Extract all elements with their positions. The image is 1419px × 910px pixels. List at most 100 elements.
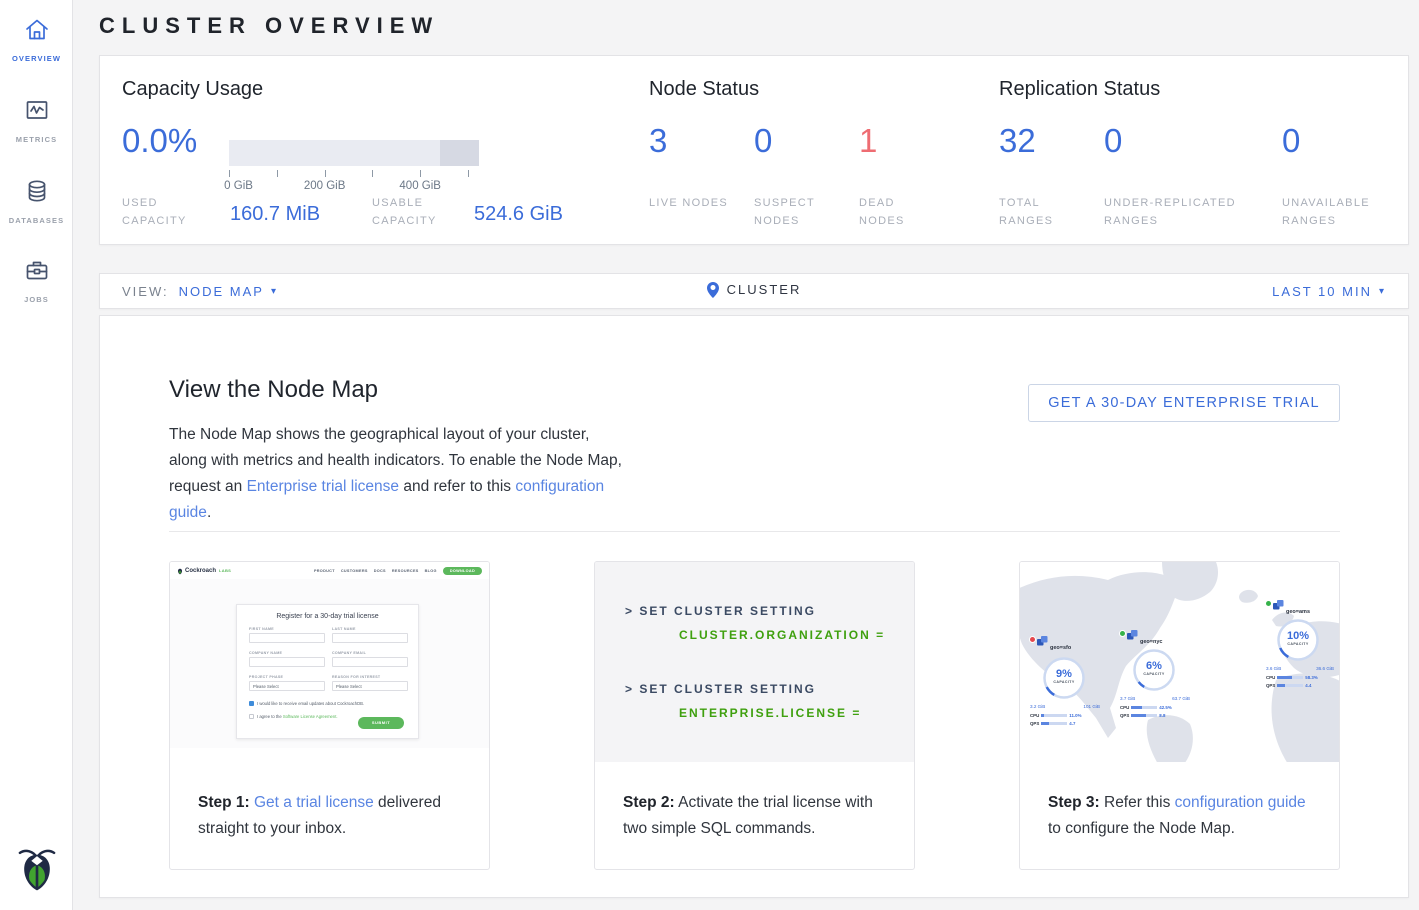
time-range-value: LAST 10 MIN: [1272, 284, 1372, 299]
cpu-label: CPU: [1120, 705, 1129, 710]
get-trial-license-link[interactable]: Get a trial license: [254, 794, 374, 811]
cpu-bar: [1277, 676, 1303, 680]
description-text: and refer to this: [399, 478, 515, 495]
step2-card: > SET CLUSTER SETTING CLUSTER.ORGANIZATI…: [594, 561, 915, 870]
step1-card: CockroachLABS PRODUCT CUSTOMERS DOCS RES…: [169, 561, 490, 870]
usable-capacity-value: 524.6 GiB: [474, 203, 563, 226]
under-replicated-label: UNDER-REPLICATED RANGES: [1104, 194, 1264, 230]
locality-name: geo=ams: [1286, 609, 1310, 615]
axis-label: 400 GiB: [399, 180, 441, 192]
cpu-bar: [1041, 714, 1067, 718]
chevron-down-icon: ▾: [1379, 286, 1386, 297]
enterprise-trial-license-link[interactable]: Enterprise trial license: [247, 478, 399, 495]
qps-label: QPS: [1120, 713, 1129, 718]
replication-status-title: Replication Status: [999, 78, 1160, 101]
time-range-dropdown[interactable]: LAST 10 MIN ▾: [1272, 284, 1386, 299]
gauge-label: CAPACITY: [1132, 672, 1176, 676]
qps-bar: [1131, 714, 1157, 718]
gauge-percent: 10%: [1276, 630, 1320, 642]
mini-nav-item: RESOURCES: [392, 569, 419, 573]
sql-line: ENTERPRISE.LICENSE =: [679, 706, 861, 720]
qps-value: 8.8: [1159, 713, 1165, 718]
step2-caption: Step 2: Activate the trial license with …: [623, 790, 896, 842]
status-dot-green: [1120, 631, 1125, 636]
view-selector-value: NODE MAP: [179, 284, 264, 299]
mini-site-nav: CockroachLABS PRODUCT CUSTOMERS DOCS RES…: [170, 562, 489, 579]
node-cubes-icon: [1273, 600, 1284, 611]
capacity-used: 3.6 GiB: [1266, 666, 1281, 671]
divider: [169, 531, 1340, 532]
gauge-label: CAPACITY: [1042, 680, 1086, 684]
mini-download-button: DOWNLOAD: [443, 567, 482, 575]
page-title: CLUSTER OVERVIEW: [99, 13, 439, 39]
step-label: Step 2:: [623, 794, 675, 811]
live-nodes-label: LIVE NODES: [649, 194, 729, 212]
capacity-bar-free-segment: [440, 140, 479, 166]
node-status-title: Node Status: [649, 78, 759, 101]
capacity-used: 3.7 GiB: [1120, 696, 1135, 701]
sidebar-item-overview[interactable]: OVERVIEW: [0, 16, 73, 63]
mini-field-input: [249, 657, 325, 667]
mini-form-title: Register for a 30-day trial license: [237, 613, 418, 620]
capacity-gauge: 6%CAPACITY: [1132, 648, 1176, 692]
sql-code-block: > SET CLUSTER SETTING CLUSTER.ORGANIZATI…: [595, 562, 914, 762]
mini-field-label: COMPANY EMAIL: [332, 651, 408, 655]
sidebar-item-metrics[interactable]: METRICS: [0, 96, 73, 144]
view-selector-dropdown[interactable]: NODE MAP ▾: [179, 284, 278, 299]
sidebar-item-label: METRICS: [0, 135, 73, 144]
mini-nav-item: CUSTOMERS: [341, 569, 368, 573]
cpu-value: 58.3%: [1305, 675, 1317, 680]
locality-ams: geo=ams1 Node 10%CAPACITY 3.6 GiB36.6 Gi…: [1266, 600, 1339, 636]
mini-trial-form: Register for a 30-day trial license FIRS…: [236, 604, 419, 739]
locality-nyc: geo=nyc2 Nodes 6%CAPACITY 3.7 GiB63.7 Gi…: [1120, 630, 1206, 666]
step-text: Refer this: [1100, 794, 1175, 811]
qps-label: QPS: [1030, 721, 1039, 726]
sql-line: > SET CLUSTER SETTING: [625, 682, 816, 696]
cpu-value: 11.0%: [1069, 713, 1081, 718]
mini-field-label: LAST NAME: [332, 627, 408, 631]
cpu-label: CPU: [1266, 675, 1275, 680]
breadcrumb-label: CLUSTER: [727, 282, 802, 297]
mini-nav-item: PRODUCT: [314, 569, 335, 573]
sidebar-item-jobs[interactable]: JOBS: [0, 256, 73, 304]
configuration-guide-link[interactable]: configuration guide: [1175, 794, 1306, 811]
breadcrumb: CLUSTER: [100, 282, 1408, 301]
capacity-gauge: 9%CAPACITY: [1042, 656, 1086, 700]
mini-field-label: FIRST NAME: [249, 627, 325, 631]
node-map-title: View the Node Map: [169, 376, 378, 404]
capacity-axis-ticks: [229, 170, 468, 177]
step3-card: geo=sfo2 Nodes 9%CAPACITY 3.2 GiB101 GiB…: [1019, 561, 1340, 870]
breadcrumb-cluster[interactable]: CLUSTER: [707, 282, 802, 298]
node-cubes-icon: [1037, 636, 1048, 647]
sidebar: OVERVIEW METRICS DATABASES: [0, 0, 73, 910]
locality-name: geo=nyc: [1140, 639, 1162, 645]
enterprise-trial-button[interactable]: GET A 30-DAY ENTERPRISE TRIAL: [1028, 384, 1340, 422]
node-map-description: The Node Map shows the geographical layo…: [169, 422, 627, 526]
node-map-panel: View the Node Map The Node Map shows the…: [99, 315, 1409, 898]
sidebar-item-databases[interactable]: DATABASES: [0, 177, 73, 225]
briefcase-icon: [23, 271, 51, 288]
capacity-gauge: 10%CAPACITY: [1276, 618, 1320, 662]
unavailable-ranges-value: 0: [1282, 122, 1300, 160]
locality-sfo: geo=sfo2 Nodes 9%CAPACITY 3.2 GiB101 GiB…: [1030, 636, 1116, 672]
mini-select: Please Select: [332, 681, 408, 691]
database-icon: [23, 192, 51, 209]
capacity-total: 36.6 GiB: [1316, 666, 1334, 671]
mini-field-input: [332, 657, 408, 667]
checkbox-checked-icon: [249, 701, 254, 706]
sidebar-item-label: DATABASES: [0, 216, 73, 225]
step-label: Step 1:: [198, 794, 250, 811]
sql-line: > SET CLUSTER SETTING: [625, 604, 816, 618]
brand-text: Cockroach: [185, 568, 216, 574]
axis-label: 0 GiB: [224, 180, 253, 192]
cockroachdb-logo[interactable]: [0, 847, 73, 896]
mini-field-input: [332, 633, 408, 643]
mini-submit-button: SUBMIT: [358, 717, 404, 729]
mini-checkbox-label: I agree to the Software License Agreemen…: [257, 714, 338, 719]
cpu-value: 42.5%: [1159, 705, 1171, 710]
step1-caption: Step 1: Get a trial license delivered st…: [198, 790, 471, 842]
capacity-percent: 0.0%: [122, 122, 197, 160]
chevron-down-icon: ▾: [271, 286, 278, 297]
map-pin-icon: [707, 282, 719, 298]
dead-nodes-label: DEAD NODES: [859, 194, 939, 230]
